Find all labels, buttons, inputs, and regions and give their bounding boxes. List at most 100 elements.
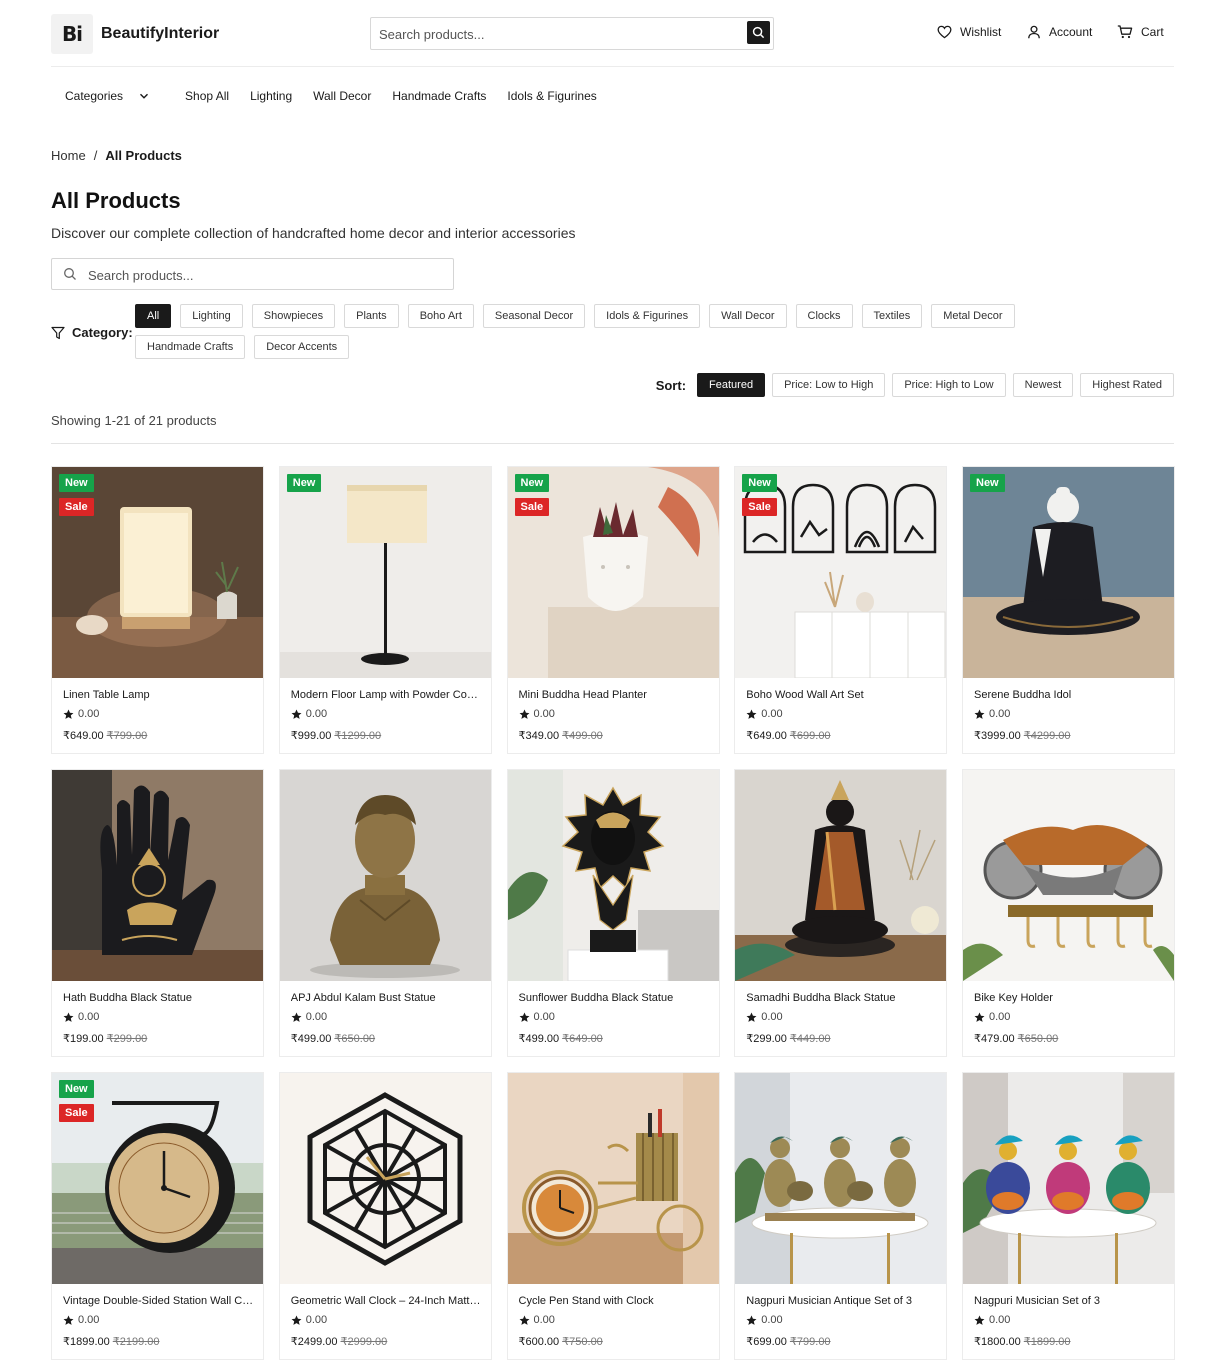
category-chip-boho-art[interactable]: Boho Art [407,304,474,328]
product-rating: 0.00 [291,1314,327,1326]
product-name[interactable]: Geometric Wall Clock – 24-Inch Matte Bla… [291,1295,483,1307]
category-chip-showpieces[interactable]: Showpieces [251,304,336,328]
rating-value: 0.00 [78,708,100,720]
product-card[interactable]: New Modern Floor Lamp with Powder Coated … [278,466,492,754]
category-chip-seasonal-decor[interactable]: Seasonal Decor [482,304,586,328]
product-price: ₹499.00 ₹649.00 [519,1032,603,1045]
product-card[interactable]: Nagpuri Musician Set of 3 0.00 ₹1800.00 ₹18… [962,1072,1175,1360]
product-name[interactable]: Boho Wood Wall Art Set [746,689,938,701]
product-name[interactable]: Mini Buddha Head Planter [519,689,711,701]
product-card[interactable]: New Sale Linen Table Lamp 0.00 ₹649.00 ₹799.0… [51,466,264,754]
breadcrumb-home[interactable]: Home [51,148,86,163]
product-search-input[interactable] [88,265,438,285]
sort-bar: Sort: Featured Price: Low to High Price: H… [656,373,1174,397]
product-name[interactable]: Linen Table Lamp [63,689,255,701]
product-image[interactable] [279,1073,491,1284]
product-name[interactable]: Sunflower Buddha Black Statue [519,992,711,1004]
header-search-input[interactable] [379,24,739,44]
nav-wall-decor[interactable]: Wall Decor [313,89,371,103]
product-card[interactable]: New Sale Vintage Double-Sided Station Wall… [51,1072,264,1360]
current-price: ₹699.00 [746,1336,787,1348]
product-image[interactable] [507,770,719,981]
categories-dropdown[interactable]: Categories [65,89,150,103]
product-name[interactable]: Serene Buddha Idol [974,689,1166,701]
product-card[interactable]: Samadhi Buddha Black Statue 0.00 ₹299.00 ₹4… [734,769,948,1057]
header-search-button[interactable] [747,21,770,44]
category-chip-clocks[interactable]: Clocks [795,304,853,328]
product-image[interactable] [507,1073,719,1284]
product-card[interactable]: New Sale Boho Wood Wall Art Set 0.00 ₹649.00… [734,466,948,754]
cart-label: Cart [1141,25,1164,39]
category-chip-textiles[interactable]: Textiles [861,304,923,328]
header-search-box [370,17,774,50]
category-chip-wall-decor[interactable]: Wall Decor [709,304,787,328]
rating-value: 0.00 [761,1011,783,1023]
category-chip-metal-decor[interactable]: Metal Decor [931,304,1015,328]
sort-option-price-low-to-high[interactable]: Price: Low to High [772,373,886,397]
product-image[interactable] [963,770,1174,981]
product-card[interactable]: Cycle Pen Stand with Clock 0.00 ₹600.00 ₹75… [506,1072,720,1360]
category-filter-label: Category: [51,325,133,340]
nav-handmade-crafts[interactable]: Handmade Crafts [392,89,486,103]
current-price: ₹3999.00 [974,730,1021,742]
new-badge: New [742,474,777,492]
product-name[interactable]: Bike Key Holder [974,992,1166,1004]
product-image[interactable] [279,770,491,981]
logo[interactable]: Bi [51,14,93,54]
product-name[interactable]: Nagpuri Musician Antique Set of 3 [746,1295,938,1307]
product-rating: 0.00 [519,1011,555,1023]
original-price: ₹2199.00 [112,1336,160,1348]
product-name[interactable]: Nagpuri Musician Set of 3 [974,1295,1166,1307]
product-image[interactable] [963,1073,1174,1284]
product-name[interactable]: Vintage Double-Sided Station Wall Clock [63,1295,255,1307]
current-price: ₹199.00 [63,1033,104,1045]
new-badge: New [970,474,1005,492]
product-image[interactable]: New Sale [507,467,719,678]
product-price: ₹199.00 ₹299.00 [63,1032,147,1045]
account-link[interactable]: Account [1027,25,1092,39]
category-chip-idols-and-figurines[interactable]: Idols & Figurines [594,304,701,328]
product-name[interactable]: Samadhi Buddha Black Statue [746,992,938,1004]
cart-link[interactable]: Cart [1117,25,1164,39]
product-card[interactable]: New Serene Buddha Idol 0.00 ₹3999.00 ₹4299.0… [962,466,1175,754]
category-chip-lighting[interactable]: Lighting [180,304,243,328]
product-card[interactable]: New Sale Mini Buddha Head Planter 0.00 ₹349.… [506,466,720,754]
original-price: ₹299.00 [106,1033,148,1045]
product-name[interactable]: APJ Abdul Kalam Bust Statue [291,992,483,1004]
product-card[interactable]: Hath Buddha Black Statue 0.00 ₹199.00 ₹299.… [51,769,264,1057]
category-chip-decor-accents[interactable]: Decor Accents [254,335,350,359]
product-image[interactable]: New [963,467,1174,678]
product-name[interactable]: Modern Floor Lamp with Powder Coated Bas… [291,689,483,701]
wishlist-link[interactable]: Wishlist [937,25,1001,39]
nav-lighting[interactable]: Lighting [250,89,292,103]
new-badge: New [514,474,550,492]
product-card[interactable]: Sunflower Buddha Black Statue 0.00 ₹499.00… [506,769,720,1057]
sort-option-highest-rated[interactable]: Highest Rated [1080,373,1174,397]
product-image[interactable]: New Sale [52,1073,263,1284]
results-count: Showing 1-21 of 21 products [51,413,217,428]
brand-name[interactable]: BeautifyInterior [101,25,219,43]
nav-idols-figurines[interactable]: Idols & Figurines [507,89,596,103]
nav-shop-all[interactable]: Shop All [185,89,229,103]
sort-option-featured[interactable]: Featured [697,373,766,397]
product-image[interactable]: New Sale [52,467,263,678]
product-card[interactable]: Nagpuri Musician Antique Set of 3 0.00 ₹69… [734,1072,948,1360]
product-name[interactable]: Cycle Pen Stand with Clock [519,1295,711,1307]
product-image[interactable] [735,770,947,981]
category-chip-all[interactable]: All [135,304,172,328]
sort-option-newest[interactable]: Newest [1012,373,1074,397]
product-image[interactable] [735,1073,947,1284]
product-image[interactable]: New Sale [735,467,947,678]
product-name[interactable]: Hath Buddha Black Statue [63,992,255,1004]
product-image[interactable] [52,770,263,981]
rating-value: 0.00 [761,708,783,720]
product-card[interactable]: Geometric Wall Clock – 24-Inch Matte Bla… [278,1072,492,1360]
product-image[interactable]: New [279,467,491,678]
main-nav: Categories Shop All Lighting Wall Decor … [65,88,618,104]
product-card[interactable]: Bike Key Holder 0.00 ₹479.00 ₹650.00 [962,769,1175,1057]
category-chip-handmade-crafts[interactable]: Handmade Crafts [135,335,246,359]
wishlist-label: Wishlist [960,25,1002,39]
category-chip-plants[interactable]: Plants [344,304,399,328]
sort-option-price-high-to-low[interactable]: Price: High to Low [892,373,1006,397]
product-card[interactable]: APJ Abdul Kalam Bust Statue 0.00 ₹499.00 ₹6… [278,769,492,1057]
